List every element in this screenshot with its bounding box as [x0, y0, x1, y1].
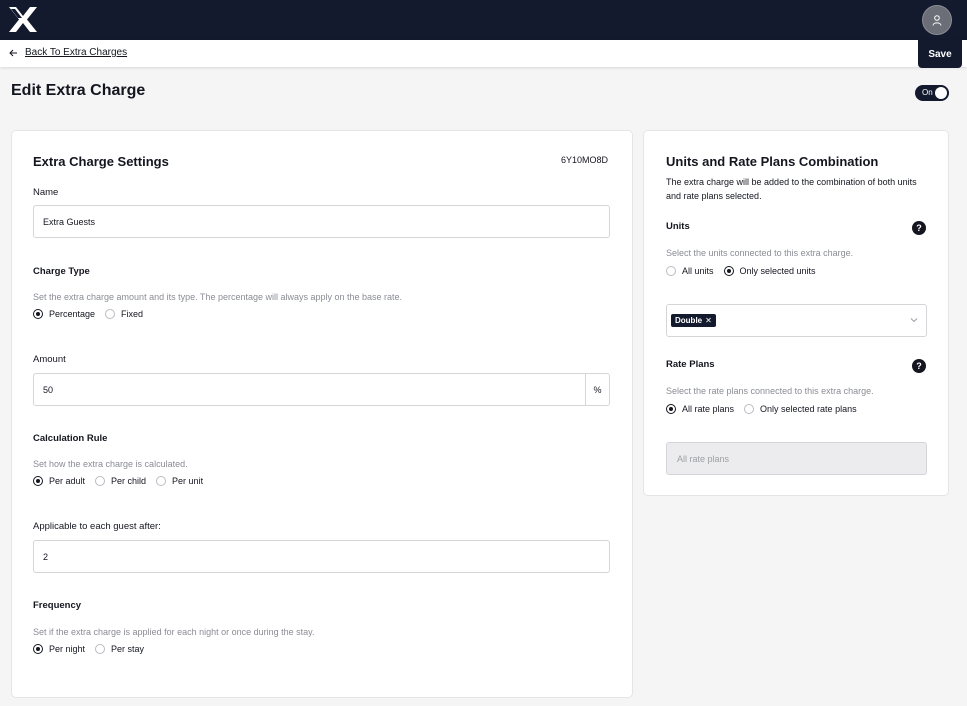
applicable-input[interactable]: 2: [33, 540, 610, 573]
radio-per-adult[interactable]: Per adult: [33, 476, 85, 486]
sub-header: Back To Extra Charges: [0, 40, 967, 67]
rate-plans-select-disabled: All rate plans: [666, 442, 927, 475]
amount-label: Amount: [33, 354, 66, 365]
amount-input[interactable]: 50 %: [33, 373, 610, 406]
chip-label: Double: [675, 316, 703, 325]
units-help: Select the units connected to this extra…: [666, 248, 854, 258]
close-icon[interactable]: ✕: [705, 316, 712, 325]
radio-dot: [156, 476, 167, 486]
rate-plans-help-icon[interactable]: ?: [912, 359, 926, 373]
units-radio-group: All units Only selected units: [666, 266, 826, 276]
page-title: Edit Extra Charge: [11, 82, 146, 99]
rate-plans-help: Select the rate plans connected to this …: [666, 386, 874, 396]
calculation-rule-help: Set how the extra charge is calculated.: [33, 459, 188, 469]
radio-dot: [723, 266, 734, 276]
name-label: Name: [33, 187, 59, 198]
amount-value: 50: [43, 384, 54, 395]
toggle-knob: [935, 87, 947, 99]
frequency-title: Frequency: [33, 600, 82, 611]
radio-label: Percentage: [49, 309, 96, 319]
arrow-left-icon: [9, 49, 17, 56]
charge-type-title: Charge Type: [33, 266, 90, 277]
radio-label: Per unit: [172, 476, 204, 486]
radio-per-child[interactable]: Per child: [95, 476, 146, 486]
save-button[interactable]: Save: [918, 40, 962, 68]
radio-dot: [95, 476, 106, 486]
units-select[interactable]: Double ✕: [666, 304, 927, 337]
radio-label: All units: [682, 266, 714, 276]
radio-per-night[interactable]: Per night: [33, 644, 85, 654]
rate-plans-radio-group: All rate plans Only selected rate plans: [666, 404, 867, 414]
extra-charge-settings-card: Extra Charge Settings 6Y10MO8D Name Extr…: [11, 130, 633, 698]
radio-per-stay[interactable]: Per stay: [95, 644, 144, 654]
radio-label: Per adult: [49, 476, 86, 486]
name-input[interactable]: Extra Guests: [33, 205, 610, 238]
unit-chip-double: Double ✕: [671, 314, 716, 327]
rate-plans-title: Rate Plans: [666, 359, 715, 370]
combination-title: Units and Rate Plans Combination: [666, 154, 879, 169]
frequency-radio-group: Per night Per stay: [33, 644, 154, 654]
radio-all-rate-plans[interactable]: All rate plans: [666, 404, 734, 414]
radio-label: Per child: [111, 476, 147, 486]
radio-dot: [33, 476, 43, 486]
radio-fixed[interactable]: Fixed: [105, 309, 143, 319]
active-toggle[interactable]: On: [915, 85, 949, 101]
radio-label: Only selected rate plans: [760, 404, 857, 414]
charge-type-help: Set the extra charge amount and its type…: [33, 292, 403, 302]
radio-dot: [95, 644, 106, 654]
radio-dot: [744, 404, 755, 414]
radio-dot: [666, 404, 676, 414]
radio-dot: [666, 266, 676, 276]
calculation-rule-radio-group: Per adult Per child Per unit: [33, 476, 213, 486]
top-navbar: [0, 0, 967, 40]
radio-dot: [33, 309, 43, 319]
radio-label: Per night: [49, 644, 86, 654]
charge-code: 6Y10MO8D: [561, 155, 609, 165]
units-help-icon[interactable]: ?: [912, 221, 926, 235]
frequency-help: Set if the extra charge is applied for e…: [33, 627, 315, 637]
units-rate-plans-card: Units and Rate Plans Combination The ext…: [643, 130, 949, 496]
radio-label: Per stay: [111, 644, 145, 654]
radio-label: Only selected units: [739, 266, 816, 276]
radio-label: All rate plans: [682, 404, 735, 414]
applicable-label: Applicable to each guest after:: [33, 521, 161, 532]
avatar[interactable]: [922, 5, 952, 35]
back-link-label: Back To Extra Charges: [25, 47, 128, 58]
user-icon: [932, 14, 942, 26]
radio-dot: [105, 309, 116, 319]
x-logo-icon[interactable]: [9, 7, 37, 32]
charge-type-radio-group: Percentage Fixed: [33, 309, 153, 319]
toggle-label: On: [922, 88, 933, 97]
radio-per-unit[interactable]: Per unit: [156, 476, 203, 486]
radio-all-units[interactable]: All units: [666, 266, 714, 276]
back-to-extra-charges-link[interactable]: Back To Extra Charges: [9, 47, 127, 58]
units-title: Units: [666, 221, 690, 232]
radio-label: Fixed: [121, 309, 144, 319]
radio-dot: [33, 644, 43, 654]
radio-only-selected-rate-plans[interactable]: Only selected rate plans: [744, 404, 857, 414]
amount-suffix: %: [585, 374, 609, 405]
calculation-rule-title: Calculation Rule: [33, 433, 108, 444]
settings-title: Extra Charge Settings: [33, 154, 169, 169]
chevron-down-icon: [910, 318, 918, 323]
combination-description: The extra charge will be added to the co…: [666, 177, 917, 201]
radio-percentage[interactable]: Percentage: [33, 309, 95, 319]
radio-only-selected-units[interactable]: Only selected units: [723, 266, 816, 276]
